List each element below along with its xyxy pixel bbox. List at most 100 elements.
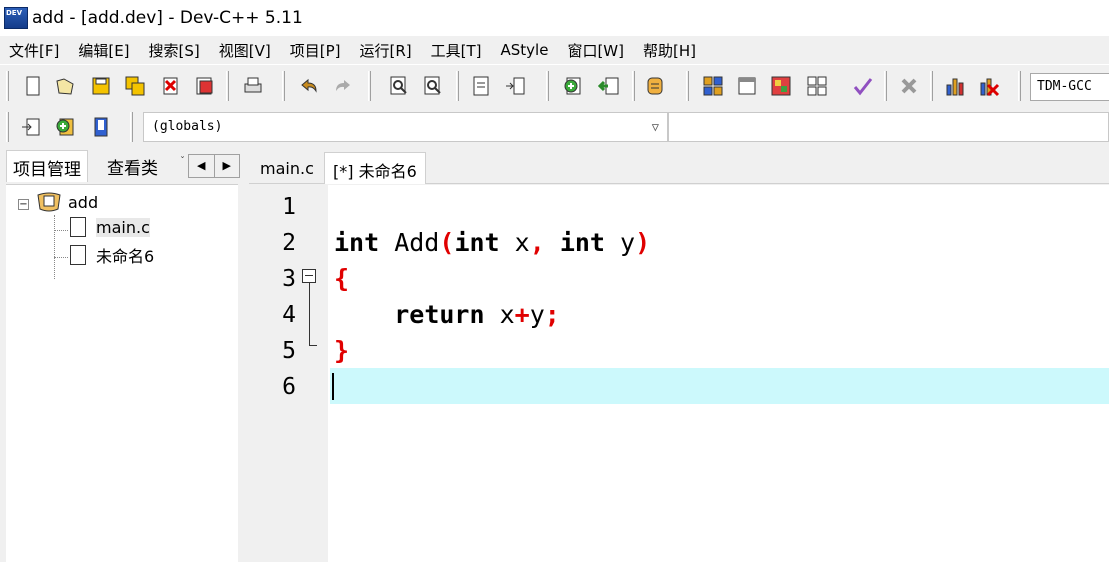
panel-splitter[interactable] (241, 148, 249, 562)
menu-help[interactable]: 帮助[H] (643, 40, 696, 61)
tree-connector (54, 257, 68, 258)
menu-edit[interactable]: 编辑[E] (78, 40, 129, 61)
fold-toggle-icon[interactable] (302, 269, 316, 283)
project-panel: 项目管理 查看类 ˇ ◀ ▶ − add main.c 未命名6 (0, 148, 241, 562)
project-options-icon[interactable] (642, 73, 668, 99)
devcpp-app-icon (4, 7, 28, 29)
scope-select[interactable]: (globals) ▽ (143, 112, 668, 142)
find-icon[interactable] (386, 73, 412, 99)
tab-main-c[interactable]: main.c (252, 154, 322, 186)
tab-project-manager[interactable]: 项目管理 (6, 150, 88, 182)
stop-execution-icon[interactable] (896, 73, 922, 99)
main-toolbar: TDM-GCC (0, 64, 1109, 106)
redo-icon[interactable] (330, 73, 356, 99)
code-line-3: { (334, 261, 349, 297)
keyword: int (559, 228, 605, 257)
menu-window[interactable]: 窗口[W] (567, 40, 624, 61)
tab-untitled6[interactable]: [*] 未命名6 (324, 152, 426, 184)
new-class-icon[interactable] (52, 114, 78, 140)
replace-icon[interactable] (420, 73, 446, 99)
syntax-check-icon[interactable] (850, 73, 876, 99)
tab-scroll-arrows: ◀ ▶ (188, 154, 240, 178)
menu-tools[interactable]: 工具[T] (431, 40, 482, 61)
compile-icon[interactable] (700, 73, 726, 99)
scope-select-value: (globals) (152, 119, 223, 134)
identifier: x (484, 300, 515, 329)
rebuild-all-icon[interactable] (804, 73, 830, 99)
punctuation: ( (439, 228, 455, 257)
punctuation: + (514, 300, 530, 329)
tree-connector (54, 215, 55, 279)
line-number: 2 (282, 230, 296, 256)
fold-end (309, 345, 317, 346)
toolbar-grip[interactable] (1018, 71, 1021, 101)
current-line-highlight (330, 368, 1109, 404)
bookmark-icon[interactable] (88, 114, 114, 140)
save-all-icon[interactable] (122, 73, 148, 99)
open-file-icon[interactable] (52, 73, 78, 99)
toolbar-grip[interactable] (6, 71, 9, 101)
toolbar-separator (226, 71, 229, 101)
menu-run[interactable]: 运行[R] (359, 40, 411, 61)
left-panel-tabs: 项目管理 查看类 ˇ ◀ ▶ (0, 148, 241, 184)
undo-icon[interactable] (296, 73, 322, 99)
toolbar-separator (456, 71, 459, 101)
save-icon[interactable] (88, 73, 114, 99)
line-number: 4 (282, 302, 296, 328)
tab-overflow[interactable]: ˇ (180, 156, 185, 167)
punctuation: ; (544, 300, 560, 329)
close-file-icon[interactable] (158, 73, 184, 99)
toolbar-grip[interactable] (130, 112, 133, 142)
tree-file-untitled6[interactable]: 未命名6 (70, 243, 154, 267)
tree-file-label: 未命名6 (96, 247, 155, 266)
punctuation: } (334, 336, 350, 365)
keyword: return (394, 300, 485, 329)
tab-class-browser[interactable]: 查看类 (101, 150, 164, 182)
menu-file[interactable]: 文件[F] (9, 40, 59, 61)
tree-project-node[interactable]: add (36, 191, 98, 213)
function-select[interactable] (668, 112, 1109, 142)
file-icon (70, 217, 86, 237)
scroll-left-icon[interactable]: ◀ (189, 155, 215, 177)
code-editor[interactable]: 1 2 3 4 5 6 int Add(int x, int y) { retu… (252, 185, 1109, 562)
scroll-right-icon[interactable]: ▶ (215, 155, 240, 177)
toolbar-separator (632, 71, 635, 101)
menu-astyle[interactable]: AStyle (501, 41, 549, 59)
toolbar-grip[interactable] (368, 71, 371, 101)
class-toolbar: (globals) ▽ (0, 106, 1109, 148)
add-to-project-icon[interactable] (560, 73, 586, 99)
toolbar-separator (884, 71, 887, 101)
indent-icon[interactable] (502, 73, 528, 99)
delete-profile-icon[interactable] (976, 73, 1002, 99)
keyword: int (334, 228, 380, 257)
fold-line (309, 283, 310, 345)
toolbar-grip[interactable] (546, 71, 549, 101)
title-bar: add - [add.dev] - Dev-C++ 5.11 (0, 0, 1109, 36)
toolbar-grip[interactable] (282, 71, 285, 101)
line-number: 6 (282, 374, 296, 400)
tree-file-main-c[interactable]: main.c (70, 217, 150, 237)
chevron-down-icon[interactable]: ▽ (652, 120, 659, 134)
collapse-icon[interactable]: − (18, 199, 29, 210)
new-file-icon[interactable] (20, 73, 46, 99)
menu-search[interactable]: 搜索[S] (149, 40, 200, 61)
text-caret (332, 373, 334, 400)
menu-view[interactable]: 视图[V] (219, 40, 271, 61)
toolbar-grip[interactable] (686, 71, 689, 101)
menu-bar: 文件[F] 编辑[E] 搜索[S] 视图[V] 项目[P] 运行[R] 工具[T… (0, 36, 1109, 64)
run-icon[interactable] (734, 73, 760, 99)
remove-from-project-icon[interactable] (596, 73, 622, 99)
code-line-4: return x+y; (334, 297, 560, 333)
print-icon[interactable] (240, 73, 266, 99)
close-all-icon[interactable] (192, 73, 218, 99)
line-number-gutter: 1 2 3 4 5 6 (252, 185, 328, 562)
profile-icon[interactable] (942, 73, 968, 99)
compiler-select[interactable]: TDM-GCC (1030, 73, 1109, 101)
goto-line-icon[interactable] (468, 73, 494, 99)
menu-project[interactable]: 项目[P] (290, 40, 341, 61)
code-line-2: int Add(int x, int y) (334, 225, 650, 261)
insert-icon[interactable] (18, 114, 44, 140)
toolbar-grip[interactable] (6, 112, 9, 142)
compile-run-icon[interactable] (768, 73, 794, 99)
